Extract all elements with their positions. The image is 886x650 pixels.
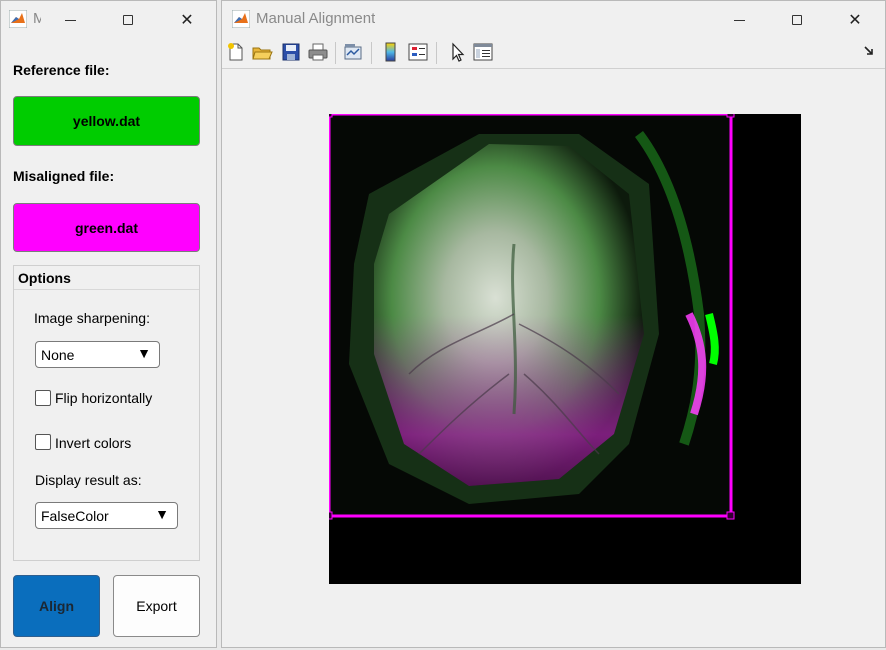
open-folder-icon[interactable]	[251, 41, 273, 63]
minimize-button[interactable]	[724, 7, 754, 33]
sharpening-label: Image sharpening:	[34, 310, 150, 326]
flip-label: Flip horizontally	[55, 390, 153, 406]
axes-area	[222, 69, 885, 647]
property-inspector-icon[interactable]	[472, 41, 494, 63]
sharpening-value: None	[41, 347, 75, 363]
minimize-button[interactable]	[55, 7, 85, 33]
legend-icon[interactable]	[407, 41, 429, 63]
dropdown-arrow-icon: ▼	[155, 506, 169, 522]
matlab-logo-icon	[9, 10, 27, 28]
reference-file-label: Reference file:	[13, 62, 110, 78]
minimize-icon	[64, 19, 76, 21]
align-button[interactable]: Align	[13, 575, 100, 637]
close-icon: ✕	[180, 12, 194, 29]
colorbar-icon[interactable]	[380, 41, 402, 63]
close-button[interactable]: ✕	[840, 7, 870, 33]
misaligned-file-button[interactable]: green.dat	[13, 203, 200, 252]
align-button-label: Align	[39, 598, 74, 614]
minimize-icon	[733, 19, 745, 21]
figure-titlebar: Manual Alignment ✕	[222, 1, 885, 38]
dropdown-arrow-icon: ▼	[137, 345, 151, 361]
matlab-logo-icon	[232, 10, 250, 28]
toolbar-separator	[436, 42, 437, 64]
options-window-title: M	[33, 10, 41, 27]
display-label: Display result as:	[35, 472, 142, 488]
display-dropdown[interactable]: FalseColor ▼	[35, 502, 178, 529]
reference-file-name: yellow.dat	[72, 113, 141, 129]
figure-window-title: Manual Alignment	[256, 10, 376, 27]
dock-arrow-icon[interactable]	[862, 44, 876, 58]
figure-toolbar	[222, 38, 885, 69]
options-panel: Options Image sharpening: None ▼ Flip ho…	[13, 265, 200, 561]
close-icon: ✕	[848, 12, 862, 29]
export-button[interactable]: Export	[113, 575, 200, 637]
toolbar-separator	[335, 42, 336, 64]
link-plot-icon[interactable]	[342, 41, 364, 63]
flip-checkbox[interactable]	[35, 390, 51, 406]
options-panel-title: Options	[18, 270, 71, 286]
invert-label: Invert colors	[55, 435, 132, 451]
maximize-button[interactable]	[113, 7, 143, 33]
options-window: M ✕ Reference file: yellow.dat Misaligne…	[0, 0, 217, 648]
overlay-image[interactable]	[329, 114, 801, 584]
options-titlebar: M ✕	[1, 1, 216, 38]
figure-window: Manual Alignment ✕	[221, 0, 886, 648]
invert-checkbox[interactable]	[35, 434, 51, 450]
maximize-button[interactable]	[782, 7, 812, 33]
maximize-icon	[123, 15, 133, 25]
save-icon[interactable]	[280, 41, 302, 63]
pointer-icon[interactable]	[446, 41, 468, 63]
close-button[interactable]: ✕	[172, 7, 202, 33]
maximize-icon	[792, 15, 802, 25]
print-icon[interactable]	[307, 41, 329, 63]
reference-file-button[interactable]: yellow.dat	[13, 96, 200, 146]
sharpening-dropdown[interactable]: None ▼	[35, 341, 160, 368]
misaligned-file-label: Misaligned file:	[13, 168, 115, 184]
display-value: FalseColor	[41, 508, 109, 524]
brain-overlay-graphic	[329, 114, 735, 520]
toolbar-separator	[371, 42, 372, 64]
options-divider	[14, 289, 199, 290]
export-button-label: Export	[136, 598, 177, 614]
misaligned-file-name: green.dat	[74, 219, 138, 236]
new-file-icon[interactable]	[225, 41, 247, 63]
